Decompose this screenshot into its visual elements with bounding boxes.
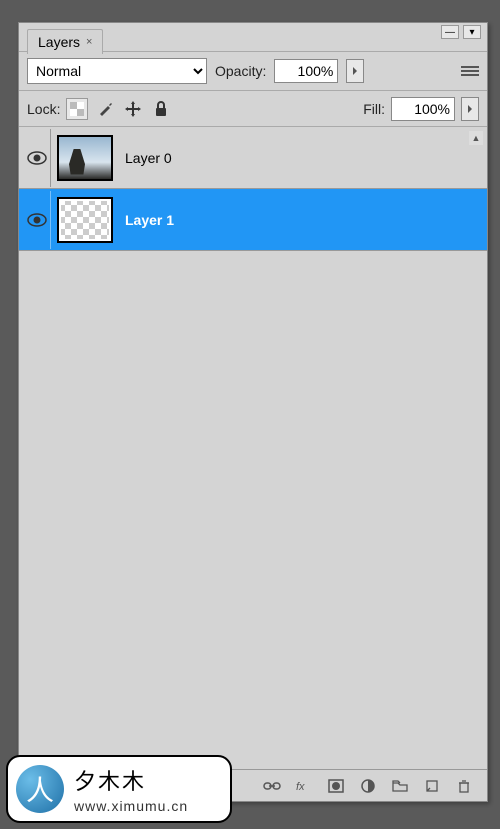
lock-fill-row: Lock: Fill: <box>19 91 487 127</box>
layer-list: ▲ Layer 0 Layer 1 <box>19 127 487 735</box>
lock-transparent-button[interactable] <box>66 98 88 120</box>
collapse-button[interactable]: ▾ <box>463 25 481 39</box>
watermark-badge: 人 夕木木 www.ximumu.cn <box>6 755 232 823</box>
panel-titlebar: Layers × — ▾ <box>19 23 487 51</box>
layer-mask-button[interactable] <box>323 776 349 796</box>
move-icon <box>124 100 142 118</box>
watermark-title: 夕木木 <box>74 764 188 796</box>
link-icon <box>263 780 281 792</box>
new-layer-button[interactable] <box>419 776 445 796</box>
eye-icon[interactable] <box>27 213 47 227</box>
delete-layer-button[interactable] <box>451 776 477 796</box>
lock-position-button[interactable] <box>122 98 144 120</box>
layer-row[interactable]: Layer 1 <box>19 189 487 251</box>
panel-menu-icon[interactable] <box>461 63 479 79</box>
opacity-stepper[interactable] <box>346 59 364 83</box>
visibility-cell <box>23 191 51 249</box>
chevron-right-icon <box>466 105 474 113</box>
watermark-text: 夕木木 www.ximumu.cn <box>74 764 188 814</box>
eye-icon[interactable] <box>27 151 47 165</box>
fx-icon: fx <box>296 778 312 794</box>
adjustment-layer-button[interactable] <box>355 776 381 796</box>
watermark-logo-icon: 人 <box>16 765 64 813</box>
checker-icon <box>70 102 84 116</box>
svg-text:fx: fx <box>296 781 305 793</box>
window-controls: — ▾ <box>441 25 481 39</box>
new-page-icon <box>425 779 439 793</box>
mask-icon <box>328 779 344 793</box>
scroll-up-icon[interactable]: ▲ <box>469 131 483 145</box>
chevron-right-icon <box>351 67 359 75</box>
lock-paint-button[interactable] <box>94 98 116 120</box>
folder-icon <box>392 780 408 792</box>
layer-thumbnail[interactable] <box>57 197 113 243</box>
adjustment-icon <box>361 779 375 793</box>
minimize-button[interactable]: — <box>441 25 459 39</box>
visibility-cell <box>23 129 51 187</box>
opacity-label: Opacity: <box>215 63 266 79</box>
fill-label: Fill: <box>363 101 385 117</box>
close-tab-icon[interactable]: × <box>86 36 92 48</box>
layer-style-button[interactable]: fx <box>291 776 317 796</box>
lock-all-button[interactable] <box>150 98 172 120</box>
lock-label: Lock: <box>27 101 60 117</box>
blend-opacity-row: Normal Opacity: <box>19 51 487 91</box>
watermark-url: www.ximumu.cn <box>74 798 188 814</box>
brush-icon <box>97 101 113 117</box>
lock-icon <box>154 101 168 117</box>
opacity-input[interactable] <box>274 59 338 83</box>
link-layers-button[interactable] <box>259 776 285 796</box>
trash-icon <box>458 779 470 793</box>
layers-panel: Layers × — ▾ Normal Opacity: Lock: <box>18 22 488 802</box>
fill-stepper[interactable] <box>461 97 479 121</box>
layer-name-label[interactable]: Layer 1 <box>125 212 174 228</box>
new-group-button[interactable] <box>387 776 413 796</box>
layer-thumbnail[interactable] <box>57 135 113 181</box>
tab-layers[interactable]: Layers × <box>27 29 103 54</box>
layer-row[interactable]: Layer 0 <box>19 127 487 189</box>
layer-name-label[interactable]: Layer 0 <box>125 150 172 166</box>
blend-mode-select[interactable]: Normal <box>27 58 207 84</box>
fill-input[interactable] <box>391 97 455 121</box>
tab-label: Layers <box>38 34 80 50</box>
